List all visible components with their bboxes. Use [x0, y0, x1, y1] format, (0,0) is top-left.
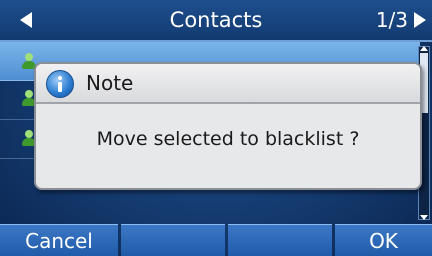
cancel-button[interactable]: Cancel — [0, 224, 118, 256]
softkey-2[interactable] — [121, 224, 225, 256]
info-icon — [46, 70, 74, 98]
page-title: Contacts — [169, 8, 263, 32]
page-indicator: 1/3 — [375, 8, 408, 32]
confirm-dialog: Note Move selected to blacklist ? — [34, 62, 422, 190]
softkey-bar: Cancel OK — [0, 224, 432, 256]
title-bar: Contacts 1/3 — [0, 0, 432, 42]
scroll-up-arrow-icon[interactable] — [420, 46, 428, 51]
left-arrow-icon[interactable] — [20, 12, 32, 28]
softkey-3[interactable] — [228, 224, 332, 256]
scroll-down-arrow-icon[interactable] — [420, 215, 428, 220]
ok-button[interactable]: OK — [335, 224, 432, 256]
dialog-header: Note — [36, 64, 420, 104]
dialog-message: Move selected to blacklist ? — [96, 128, 360, 150]
right-arrow-icon[interactable] — [414, 12, 426, 28]
dialog-title: Note — [86, 71, 134, 95]
phone-screen: Contacts 1/3 Note Move selected to black… — [0, 0, 432, 256]
